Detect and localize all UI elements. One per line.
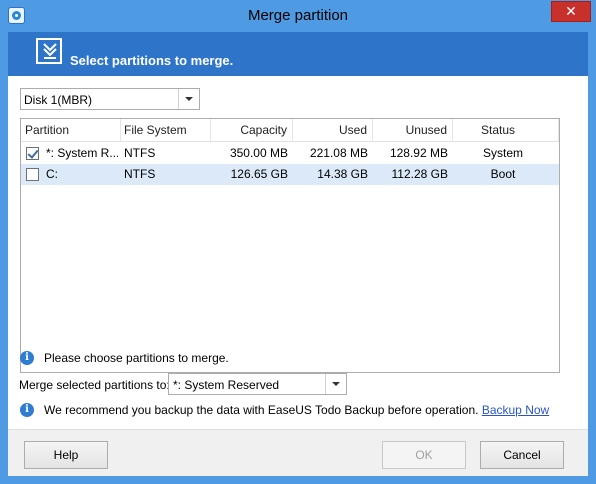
merge-target-value: *: System Reserved: [173, 378, 280, 392]
header-banner: Select partitions to merge.: [8, 32, 588, 76]
cell-used: 14.38 GB: [317, 167, 368, 181]
cell-partition: *: System R...: [46, 146, 118, 160]
dialog-body: Select partitions to merge. Disk 1(MBR) …: [8, 32, 588, 476]
cell-partition: C:: [46, 167, 58, 181]
merge-target-dropdown[interactable]: *: System Reserved: [168, 373, 347, 395]
column-header-status[interactable]: Status: [453, 119, 559, 142]
table-row[interactable]: C: NTFS 126.65 GB 14.38 GB 112.28 GB Boo…: [21, 164, 559, 185]
merge-target-dropdown-button[interactable]: [325, 374, 346, 394]
table-row[interactable]: *: System R... NTFS 350.00 MB 221.08 MB …: [21, 143, 559, 164]
cell-status: Boot: [490, 167, 516, 181]
column-header-used[interactable]: Used: [293, 119, 373, 142]
ok-button[interactable]: OK: [382, 441, 466, 469]
table-header: Partition File System Capacity Used Unus…: [21, 119, 559, 142]
hint-message: i Please choose partitions to merge.: [20, 351, 420, 367]
column-header-unused[interactable]: Unused: [373, 119, 453, 142]
button-bar: Help OK Cancel: [8, 429, 588, 476]
chevron-down-icon: [332, 382, 340, 386]
column-header-partition[interactable]: Partition: [21, 119, 121, 142]
merge-target-label: Merge selected partitions to:: [19, 378, 170, 392]
cell-used: 221.08 MB: [309, 146, 368, 160]
backup-note-text-wrapper: We recommend you backup the data with Ea…: [44, 403, 549, 417]
hint-text: Please choose partitions to merge.: [44, 351, 229, 365]
cell-capacity: 126.65 GB: [230, 167, 288, 181]
merge-partition-window: Merge partition ✕ Select partitions to m…: [0, 0, 596, 484]
partition-table: Partition File System Capacity Used Unus…: [20, 118, 560, 373]
cell-unused: 128.92 MB: [389, 146, 448, 160]
disk-dropdown[interactable]: Disk 1(MBR): [20, 88, 200, 110]
row-checkbox[interactable]: [26, 147, 39, 160]
chevron-down-icon: [185, 97, 193, 101]
row-checkbox[interactable]: [26, 168, 39, 181]
disk-dropdown-button[interactable]: [178, 89, 199, 109]
backup-recommendation: i We recommend you backup the data with …: [20, 403, 580, 419]
close-button[interactable]: ✕: [551, 1, 591, 22]
help-button[interactable]: Help: [24, 441, 108, 469]
merge-arrow-icon: [36, 38, 62, 64]
backup-note-text: We recommend you backup the data with Ea…: [44, 403, 479, 417]
title-bar[interactable]: Merge partition ✕: [0, 0, 596, 32]
column-header-capacity[interactable]: Capacity: [211, 119, 293, 142]
cell-capacity: 350.00 MB: [229, 146, 288, 160]
cell-file-system: NTFS: [124, 167, 156, 181]
cell-file-system: NTFS: [124, 146, 156, 160]
column-header-file-system[interactable]: File System: [121, 119, 211, 142]
disk-dropdown-value: Disk 1(MBR): [24, 93, 92, 107]
backup-now-link[interactable]: Backup Now: [482, 403, 549, 417]
window-title: Merge partition: [247, 7, 349, 24]
cancel-button[interactable]: Cancel: [480, 441, 564, 469]
banner-title: Select partitions to merge.: [70, 53, 234, 68]
cell-unused: 112.28 GB: [391, 167, 448, 181]
info-icon: i: [20, 403, 34, 417]
cell-status: System: [482, 146, 523, 160]
info-icon: i: [20, 351, 34, 365]
